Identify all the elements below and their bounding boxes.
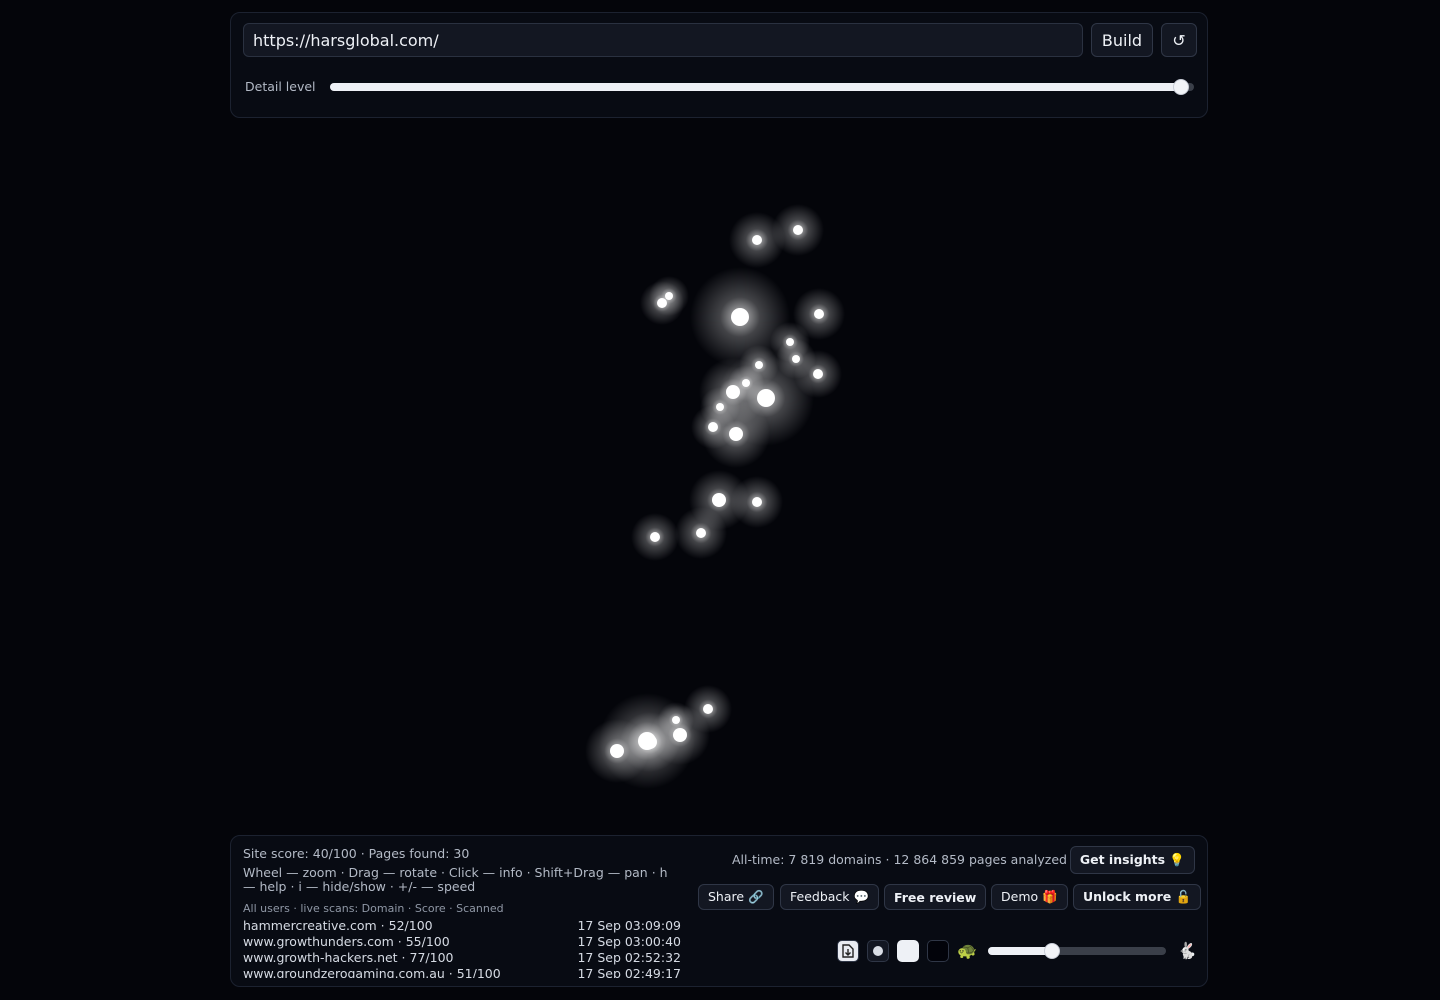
scan-time: 17 Sep 03:00:40 <box>577 934 681 949</box>
page-node[interactable] <box>610 744 624 758</box>
reset-button[interactable]: ↺ <box>1161 23 1197 57</box>
scan-row[interactable]: hammercreative.com · 52/100 17 Sep 03:09… <box>243 918 681 934</box>
speed-fill <box>988 947 1053 955</box>
page-node[interactable] <box>757 389 775 407</box>
page-node[interactable] <box>696 528 706 538</box>
all-time-stats: All-time: 7 819 domains · 12 864 859 pag… <box>732 852 1067 867</box>
url-input[interactable] <box>243 23 1083 57</box>
scan-time: 17 Sep 02:49:17 <box>577 966 681 978</box>
node-size-small-button[interactable] <box>867 940 889 962</box>
demo-button[interactable]: Demo 🎁 <box>991 884 1068 910</box>
export-button[interactable] <box>837 940 859 962</box>
speed-thumb[interactable] <box>1044 943 1061 959</box>
page-node[interactable] <box>752 235 762 245</box>
top-panel: Build ↺ Detail level <box>230 12 1208 118</box>
free-review-button[interactable]: Free review <box>884 884 987 910</box>
site-score-stats: Site score: 40/100 · Pages found: 30 <box>243 846 470 861</box>
light-theme-button[interactable] <box>897 940 919 962</box>
detail-level-slider[interactable] <box>330 83 1194 91</box>
page-node[interactable] <box>665 292 673 300</box>
scan-domain: hammercreative.com · 52/100 <box>243 918 433 933</box>
page-node[interactable] <box>712 493 726 507</box>
feedback-button[interactable]: Feedback 💬 <box>780 884 880 910</box>
scan-time: 17 Sep 02:52:32 <box>577 950 681 965</box>
page-node[interactable] <box>752 497 762 507</box>
dot-icon <box>873 946 883 956</box>
unlock-more-button[interactable]: Unlock more 🔓 <box>1073 884 1202 910</box>
share-button[interactable]: Share 🔗 <box>698 884 774 910</box>
live-scans-list: hammercreative.com · 52/100 17 Sep 03:09… <box>243 918 681 978</box>
page-node[interactable] <box>650 532 660 542</box>
turtle-icon: 🐢 <box>957 941 977 960</box>
bottom-panel: Site score: 40/100 · Pages found: 30 Whe… <box>230 835 1208 987</box>
page-node[interactable] <box>731 308 749 326</box>
dark-theme-button[interactable] <box>927 940 949 962</box>
page-node[interactable] <box>813 369 823 379</box>
scan-row[interactable]: www.growthunders.com · 55/100 17 Sep 03:… <box>243 934 681 950</box>
rabbit-icon: 🐇 <box>1177 941 1197 960</box>
scan-time: 17 Sep 03:09:09 <box>577 918 681 933</box>
page-node[interactable] <box>729 427 743 441</box>
live-scans-title: All users · live scans: Domain · Score ·… <box>243 902 504 915</box>
scan-row[interactable]: www.groundzerogaming.com.au · 51/100 17 … <box>243 966 681 978</box>
get-insights-button[interactable]: Get insights 💡 <box>1069 846 1195 874</box>
scan-domain: www.growthunders.com · 55/100 <box>243 934 450 949</box>
scan-domain: www.groundzerogaming.com.au · 51/100 <box>243 966 501 978</box>
export-icon <box>842 944 854 958</box>
page-node[interactable] <box>703 704 713 714</box>
detail-level-label: Detail level <box>245 79 316 94</box>
help-text: Wheel — zoom · Drag — rotate · Click — i… <box>243 865 668 894</box>
page-node[interactable] <box>814 309 824 319</box>
build-button[interactable]: Build <box>1091 23 1153 57</box>
scan-row[interactable]: www.growth-hackers.net · 77/100 17 Sep 0… <box>243 950 681 966</box>
detail-level-fill <box>330 83 1182 91</box>
scan-domain: www.growth-hackers.net · 77/100 <box>243 950 454 965</box>
detail-level-thumb[interactable] <box>1173 79 1190 95</box>
speed-slider[interactable] <box>988 947 1166 955</box>
reset-icon: ↺ <box>1172 30 1186 50</box>
page-node[interactable] <box>793 225 803 235</box>
